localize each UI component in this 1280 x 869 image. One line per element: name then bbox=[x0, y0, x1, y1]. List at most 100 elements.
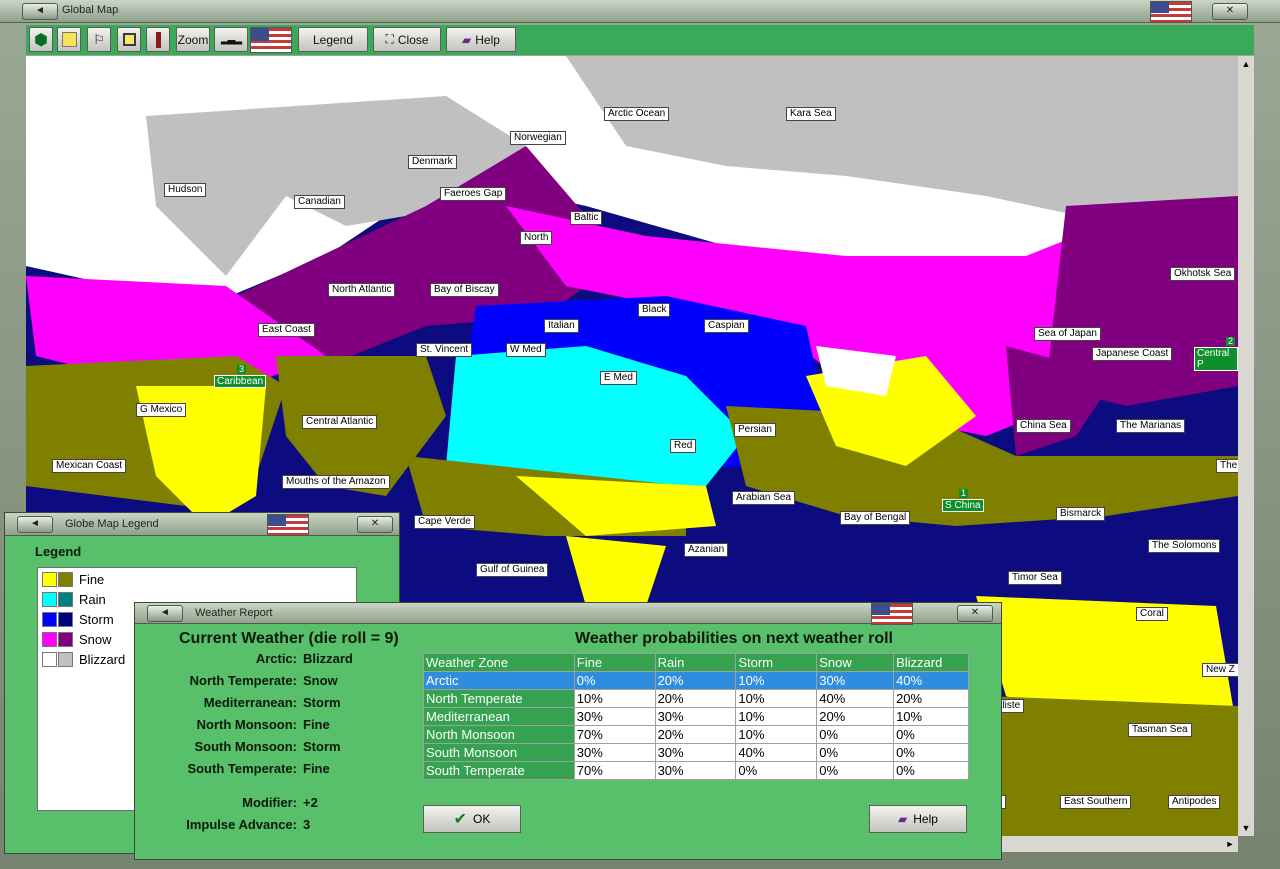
book-icon: ▰ bbox=[898, 812, 908, 826]
sea-label[interactable]: Caspian bbox=[704, 319, 749, 333]
sea-label[interactable]: Bismarck bbox=[1056, 507, 1106, 521]
note-icon-button[interactable] bbox=[57, 27, 81, 52]
blizzard-swatch-light bbox=[42, 651, 57, 667]
window-close-button[interactable]: ✕ bbox=[1212, 3, 1248, 20]
sea-label[interactable]: Tasman Sea bbox=[1128, 723, 1192, 737]
weather-menu-button[interactable]: ◄ bbox=[147, 605, 183, 622]
task-force-central-p[interactable]: Central P bbox=[1194, 347, 1238, 371]
legend-item-snow: Snow bbox=[42, 630, 112, 648]
task-force-count: 3 bbox=[237, 364, 247, 374]
table-cell: North Temperate bbox=[423, 689, 575, 708]
sea-label[interactable]: Cape Verde bbox=[414, 515, 475, 529]
table-row[interactable]: North Temperate 10% 20% 10% 40% 20% bbox=[423, 689, 969, 708]
hex-icon-button[interactable]: ⬢ bbox=[29, 27, 53, 52]
main-window-title: Global Map bbox=[62, 4, 119, 16]
table-row[interactable]: Arctic 0% 20% 10% 30% 40% bbox=[423, 671, 969, 690]
sea-label[interactable]: Bay of Biscay bbox=[430, 283, 499, 297]
sea-label[interactable]: Central Atlantic bbox=[302, 415, 378, 429]
sea-label[interactable]: Gulf of Guinea bbox=[476, 563, 549, 577]
close-button-label: Close bbox=[397, 32, 429, 47]
current-zone-value: Storm bbox=[303, 739, 341, 754]
legend-menu-button[interactable]: ◄ bbox=[17, 516, 53, 533]
sea-label[interactable]: The bbox=[1216, 459, 1238, 473]
legend-close-button[interactable]: ✕ bbox=[357, 516, 393, 533]
table-row[interactable]: Mediterranean 30% 30% 10% 20% 10% bbox=[423, 707, 969, 726]
weather-help-button[interactable]: ▰ Help bbox=[869, 805, 967, 833]
table-header: Fine bbox=[573, 653, 656, 672]
sea-label[interactable]: Timor Sea bbox=[1008, 571, 1062, 585]
weather-close-button[interactable]: ✕ bbox=[957, 605, 993, 622]
frame-icon bbox=[122, 33, 136, 46]
sea-label[interactable]: Okhotsk Sea bbox=[1170, 267, 1236, 281]
us-flag-icon bbox=[267, 514, 309, 536]
flag-icon-toolbar[interactable] bbox=[250, 27, 292, 53]
legend-button[interactable]: Legend bbox=[298, 27, 368, 52]
sea-label[interactable]: Mexican Coast bbox=[52, 459, 127, 473]
scroll-up-arrow-icon[interactable]: ▲ bbox=[1238, 56, 1254, 72]
table-row[interactable]: South Temperate 70% 30% 0% 0% 0% bbox=[423, 761, 969, 780]
sea-label[interactable]: North bbox=[520, 231, 553, 245]
sea-label[interactable]: Azanian bbox=[684, 543, 729, 557]
pen-icon-button[interactable] bbox=[146, 27, 170, 52]
scroll-down-arrow-icon[interactable]: ▼ bbox=[1238, 820, 1254, 836]
ok-button[interactable]: ✔ OK bbox=[423, 805, 521, 833]
flag-icon: ⚐ bbox=[93, 31, 105, 47]
sea-label[interactable]: Canadian bbox=[294, 195, 345, 209]
table-cell: 10% bbox=[893, 707, 969, 726]
sea-label[interactable]: Arctic Ocean bbox=[604, 107, 670, 121]
sea-label[interactable]: East Coast bbox=[258, 323, 315, 337]
fleet-icon-button[interactable]: ▂▃▂ bbox=[214, 27, 248, 52]
table-cell: 20% bbox=[893, 689, 969, 708]
sea-label[interactable]: Black bbox=[638, 303, 671, 317]
task-force-s-china[interactable]: S China bbox=[942, 499, 984, 512]
map-vertical-scrollbar[interactable]: ▲ ▼ bbox=[1238, 56, 1254, 836]
current-zone-label: South Temperate: bbox=[187, 761, 297, 776]
sea-label[interactable]: Kara Sea bbox=[786, 107, 836, 121]
legend-item-label: Rain bbox=[79, 591, 106, 607]
sea-label[interactable]: Norwegian bbox=[510, 131, 566, 145]
frame-icon-button[interactable] bbox=[117, 27, 141, 52]
sea-label[interactable]: The Solomons bbox=[1148, 539, 1221, 553]
sea-label[interactable]: The Marianas bbox=[1116, 419, 1186, 433]
table-cell: 0% bbox=[893, 761, 969, 780]
sea-label[interactable]: Sea of Japan bbox=[1034, 327, 1101, 341]
sea-label[interactable]: Coral bbox=[1136, 607, 1168, 621]
sea-label[interactable]: W Med bbox=[506, 343, 546, 357]
sea-label[interactable]: New Z bbox=[1202, 663, 1238, 677]
sea-label[interactable]: St. Vincent bbox=[416, 343, 473, 357]
sea-label[interactable]: North Atlantic bbox=[328, 283, 396, 297]
table-row[interactable]: North Monsoon 70% 20% 10% 0% 0% bbox=[423, 725, 969, 744]
current-zone-label: North Monsoon: bbox=[196, 717, 297, 732]
sea-label[interactable]: G Mexico bbox=[136, 403, 187, 417]
sea-label[interactable]: China Sea bbox=[1016, 419, 1071, 433]
sea-label[interactable]: Baltic bbox=[570, 211, 603, 225]
flag-icon-button[interactable]: ⚐ bbox=[87, 27, 111, 52]
ok-button-label: OK bbox=[473, 812, 491, 826]
sea-label[interactable]: Persian bbox=[734, 423, 776, 437]
sea-label[interactable]: Denmark bbox=[408, 155, 457, 169]
task-force-caribbean[interactable]: Caribbean bbox=[214, 375, 267, 388]
help-button[interactable]: ▰ Help bbox=[446, 27, 516, 52]
legend-item-label: Snow bbox=[79, 631, 112, 647]
current-zone-label: North Temperate: bbox=[189, 673, 297, 688]
current-zone-value: Fine bbox=[303, 717, 330, 732]
window-menu-button[interactable]: ◄ bbox=[22, 3, 58, 20]
sea-label[interactable]: Italian bbox=[544, 319, 579, 333]
sea-label[interactable]: Bay of Bengal bbox=[840, 511, 911, 525]
sea-label[interactable]: Faeroes Gap bbox=[440, 187, 507, 201]
zoom-button[interactable]: Zoom bbox=[176, 27, 210, 52]
sea-label[interactable]: E Med bbox=[600, 371, 637, 385]
scroll-right-arrow-icon[interactable]: ► bbox=[1222, 836, 1238, 852]
table-cell: 0% bbox=[816, 725, 895, 744]
close-icon: ⛶ bbox=[385, 32, 394, 46]
sea-label[interactable]: Mouths of the Amazon bbox=[282, 475, 390, 489]
table-header: Rain bbox=[654, 653, 737, 672]
sea-label[interactable]: Antipodes bbox=[1168, 795, 1221, 809]
sea-label[interactable]: East Southern bbox=[1060, 795, 1132, 809]
sea-label[interactable]: Hudson bbox=[164, 183, 207, 197]
sea-label[interactable]: Red bbox=[670, 439, 697, 453]
table-row[interactable]: South Monsoon 30% 30% 40% 0% 0% bbox=[423, 743, 969, 762]
sea-label[interactable]: Arabian Sea bbox=[732, 491, 796, 505]
sea-label[interactable]: Japanese Coast bbox=[1092, 347, 1173, 361]
close-button[interactable]: ⛶ Close bbox=[373, 27, 441, 52]
